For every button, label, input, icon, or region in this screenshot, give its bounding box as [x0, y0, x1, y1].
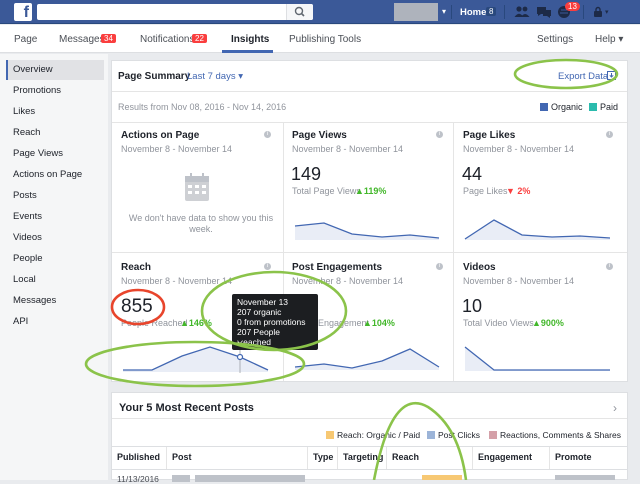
annotation-circle-export [513, 58, 619, 90]
annotation-circle-tooltip [200, 270, 348, 352]
annotation-overlay [84, 58, 619, 480]
annotation-circle-sparkline [84, 340, 306, 388]
annotation-arc-reach-column [372, 401, 468, 480]
annotation-circle-reach-value [110, 288, 166, 326]
